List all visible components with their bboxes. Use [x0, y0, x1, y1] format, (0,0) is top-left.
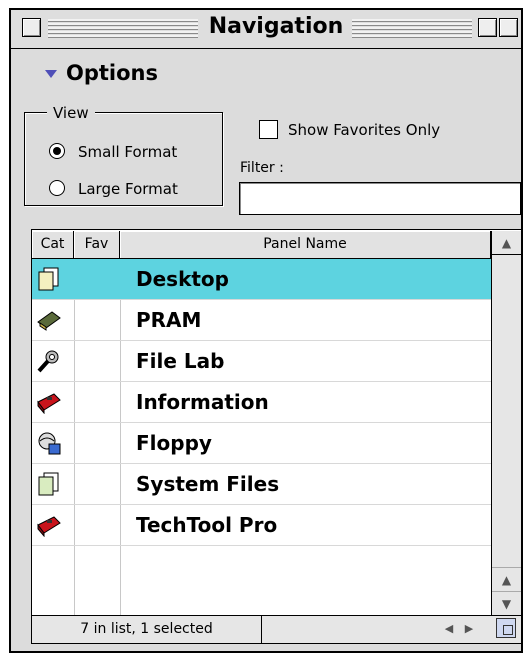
list-item[interactable]: Floppy	[32, 423, 491, 464]
globe-disk-icon	[38, 432, 61, 455]
list-item[interactable]: PRAM	[32, 300, 491, 341]
list-item[interactable]: Information	[32, 382, 491, 423]
column-header-fav[interactable]: Fav	[74, 231, 120, 259]
grow-box-icon[interactable]	[496, 618, 516, 638]
vertical-scrollbar[interactable]: ▲ ▲ ▼	[491, 231, 521, 615]
panel-name: PRAM	[136, 308, 202, 332]
title-stripes	[48, 19, 198, 39]
close-box[interactable]	[22, 18, 41, 37]
show-favorites-checkbox[interactable]	[259, 120, 278, 139]
red-toolbox-icon	[37, 393, 61, 414]
panel-name: System Files	[136, 472, 280, 496]
list-item[interactable]: TechTool Pro	[32, 505, 491, 546]
small-format-label[interactable]: Small Format	[78, 142, 177, 162]
title-stripes-right	[352, 19, 472, 39]
list-item[interactable]: File Lab	[32, 341, 491, 382]
collapse-box[interactable]	[499, 18, 518, 37]
options-label[interactable]: Options	[66, 58, 158, 88]
column-header-cat[interactable]: Cat	[32, 231, 74, 259]
view-legend: View	[47, 104, 95, 122]
column-header-panel-name[interactable]: Panel Name	[120, 231, 491, 259]
scroll-top-icon[interactable]: ▲	[492, 231, 521, 255]
filter-input[interactable]	[239, 182, 521, 215]
disclosure-triangle-icon[interactable]	[45, 70, 57, 78]
large-format-radio[interactable]	[49, 180, 65, 196]
zoom-box[interactable]	[478, 18, 497, 37]
window-title: Navigation	[202, 12, 350, 42]
small-format-radio[interactable]	[49, 143, 65, 159]
panel-name: TechTool Pro	[136, 513, 278, 537]
scroll-right-arrow-icon[interactable]: ▶	[460, 620, 478, 638]
large-format-label[interactable]: Large Format	[78, 179, 178, 199]
wrench-icon	[37, 350, 59, 373]
document-stack-icon	[38, 267, 59, 291]
filter-label: Filter :	[240, 160, 284, 176]
panel-name: Information	[136, 390, 269, 414]
document-stack-icon	[38, 472, 59, 496]
scroll-left-arrow-icon[interactable]: ◀	[440, 620, 458, 638]
scroll-down-arrow-icon[interactable]: ▼	[492, 591, 521, 615]
scroll-up-arrow-icon[interactable]: ▲	[492, 567, 521, 591]
memory-chip-icon	[37, 311, 61, 331]
show-favorites-label[interactable]: Show Favorites Only	[288, 120, 440, 140]
list-item[interactable]: System Files	[32, 464, 491, 505]
status-count: 7 in list, 1 selected	[32, 615, 262, 643]
panel-name: Desktop	[136, 267, 229, 291]
list-item[interactable]: Desktop	[32, 259, 491, 300]
red-toolbox-icon	[37, 516, 61, 537]
panel-name: File Lab	[136, 349, 225, 373]
panel-name: Floppy	[136, 431, 212, 455]
